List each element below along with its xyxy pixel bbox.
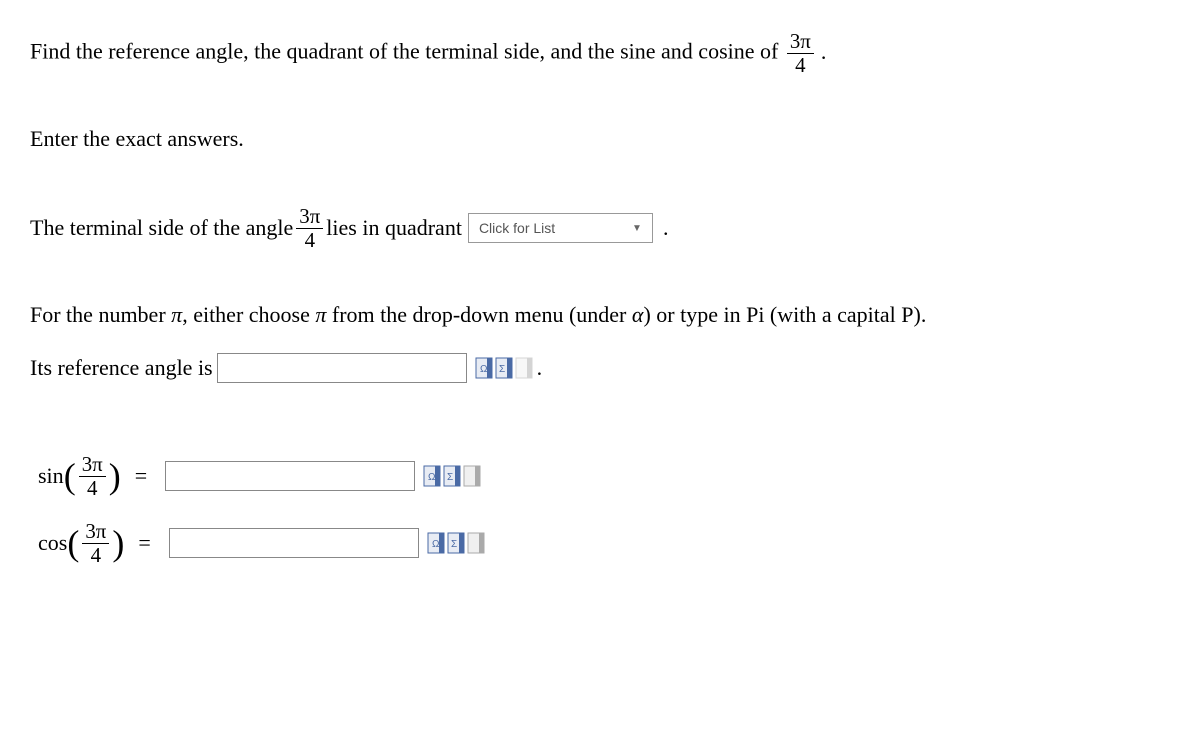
cos-tool-icons: Ω Σ — [427, 532, 485, 554]
formula-help-icon[interactable]: Σ — [447, 532, 465, 554]
cos-equation-row: cos ( 3π 4 ) = Ω Σ — [38, 520, 1170, 567]
sin-label: sin ( 3π 4 ) — [38, 453, 121, 500]
svg-text:Ω: Ω — [432, 539, 440, 550]
formula-help-icon[interactable]: Σ — [443, 465, 461, 487]
question-prompt: Find the reference angle, the quadrant o… — [30, 30, 1170, 77]
reference-angle-input[interactable] — [217, 353, 467, 383]
sin-equation-row: sin ( 3π 4 ) = Ω Σ — [38, 453, 1170, 500]
svg-text:Ω: Ω — [480, 364, 488, 375]
pi-instruction: For the number π, either choose π from t… — [30, 302, 1170, 328]
reference-label: Its reference angle is — [30, 355, 213, 381]
sin-input[interactable] — [165, 461, 415, 491]
sin-angle-fraction: 3π 4 — [79, 453, 106, 500]
equation-editor-icon[interactable]: Ω — [427, 532, 445, 554]
equation-editor-icon[interactable]: Ω — [475, 357, 493, 379]
cos-input[interactable] — [169, 528, 419, 558]
quadrant-dropdown[interactable]: Click for List ▼ — [468, 213, 653, 243]
svg-text:Σ: Σ — [499, 364, 505, 375]
formula-help-icon[interactable]: Σ — [495, 357, 513, 379]
cos-label: cos ( 3π 4 ) — [38, 520, 124, 567]
quadrant-angle-fraction: 3π 4 — [296, 205, 323, 252]
help-icon[interactable] — [463, 465, 481, 487]
sin-tool-icons: Ω Σ — [423, 465, 481, 487]
chevron-down-icon: ▼ — [632, 223, 642, 234]
instruction-exact: Enter the exact answers. — [30, 122, 1170, 155]
cos-angle-fraction: 3π 4 — [82, 520, 109, 567]
help-icon[interactable] — [467, 532, 485, 554]
cos-equals: = — [138, 530, 150, 556]
svg-text:Σ: Σ — [451, 539, 457, 550]
help-icon[interactable] — [515, 357, 533, 379]
question-suffix: . — [821, 39, 827, 64]
question-angle-fraction: 3π 4 — [787, 30, 814, 77]
reference-tool-icons: Ω Σ — [475, 357, 533, 379]
quadrant-prefix: The terminal side of the angle — [30, 215, 293, 241]
svg-text:Ω: Ω — [428, 472, 436, 483]
quadrant-line: The terminal side of the angle 3π 4 lies… — [30, 205, 1170, 252]
question-prefix: Find the reference angle, the quadrant o… — [30, 39, 784, 64]
equation-editor-icon[interactable]: Ω — [423, 465, 441, 487]
quadrant-suffix: . — [663, 215, 669, 241]
svg-text:Σ: Σ — [447, 472, 453, 483]
dropdown-placeholder: Click for List — [479, 220, 555, 236]
reference-angle-line: Its reference angle is Ω Σ . — [30, 353, 1170, 383]
sin-equals: = — [135, 463, 147, 489]
quadrant-middle: lies in quadrant — [326, 215, 462, 241]
reference-suffix: . — [537, 355, 543, 381]
